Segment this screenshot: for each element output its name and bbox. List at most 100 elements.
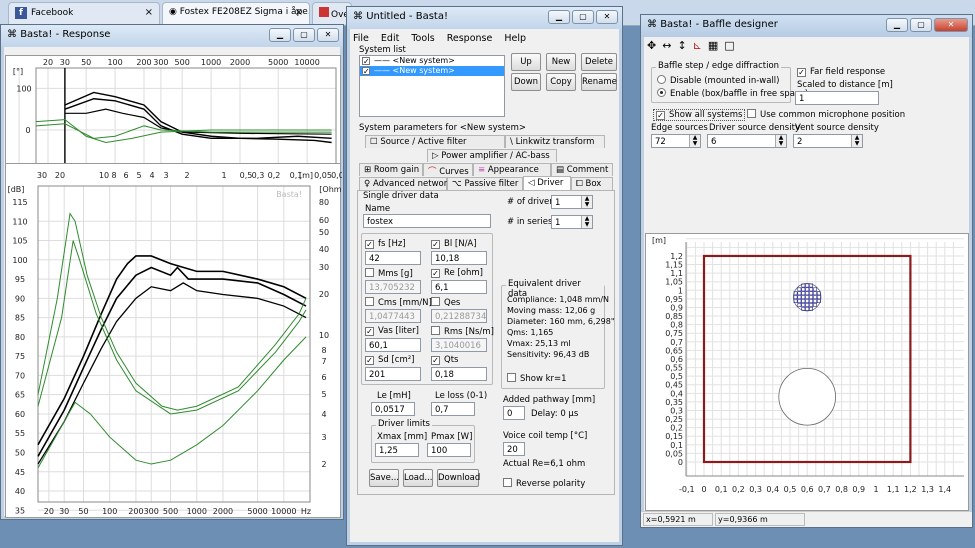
driver-param-input[interactable]: 201 bbox=[365, 367, 421, 381]
minimize-button[interactable]: ▁ bbox=[548, 10, 570, 24]
move-icon[interactable]: ✥ bbox=[647, 39, 656, 52]
driver-param-input[interactable]: 3,1040016 bbox=[431, 338, 487, 352]
close-icon[interactable]: × bbox=[145, 7, 153, 18]
save-button[interactable]: Save... bbox=[369, 469, 399, 487]
edge-tool-icon[interactable]: ⊾ bbox=[693, 39, 702, 52]
xmax-input[interactable]: 1,25 bbox=[375, 443, 419, 457]
up-button[interactable]: Up bbox=[511, 53, 541, 71]
tab-box[interactable]: ⧠ Box bbox=[571, 177, 613, 190]
tab-advanced-network[interactable]: ♀ Advanced network bbox=[359, 177, 452, 190]
maximize-button[interactable]: ▢ bbox=[572, 10, 594, 24]
pmax-input[interactable]: 100 bbox=[427, 443, 471, 457]
driver-param-checkbox[interactable]: ✓ Sd [cm²] bbox=[365, 355, 415, 365]
close-button[interactable]: ✕ bbox=[317, 28, 339, 42]
x-tick-label: 0,5 bbox=[784, 485, 797, 494]
tab-curves[interactable]: ⌒ Curves bbox=[423, 163, 473, 177]
driver-param-checkbox[interactable]: ✓ Bl [N/A] bbox=[431, 239, 477, 249]
pmax-label: Pmax [W] bbox=[431, 432, 473, 442]
x-tick-label: 200 bbox=[128, 507, 143, 516]
list-item[interactable]: ✓ —— <New system> bbox=[360, 66, 504, 76]
download-button[interactable]: Download bbox=[437, 469, 480, 487]
list-item[interactable]: ✓ —— <New system> bbox=[360, 56, 504, 66]
system-list[interactable]: ✓ —— <New system> ✓ —— <New system> bbox=[359, 55, 505, 117]
resize-vertical-icon[interactable]: ↕ bbox=[677, 39, 686, 52]
show-kr-checkbox[interactable]: Show kr=1 bbox=[507, 373, 567, 384]
driver-param-checkbox[interactable]: Rms [Ns/m] bbox=[431, 326, 494, 337]
tab-driver[interactable]: ◁ Driver bbox=[523, 176, 571, 190]
load-button[interactable]: Load... bbox=[403, 469, 433, 487]
spin-arrows-icon[interactable]: ▲ ▼ bbox=[581, 216, 592, 228]
driver-param-checkbox[interactable]: Mms [g] bbox=[365, 268, 413, 279]
driver-param-input[interactable]: 6,1 bbox=[431, 280, 487, 294]
resize-horizontal-icon[interactable]: ↔ bbox=[662, 39, 671, 52]
driver-density-spinner[interactable]: 6 ▲ ▼ bbox=[707, 134, 787, 148]
maximize-button[interactable]: ▢ bbox=[293, 28, 315, 42]
edge-sources-spinner[interactable]: 72 ▲ ▼ bbox=[651, 134, 701, 148]
menu-tools[interactable]: Tools bbox=[411, 33, 434, 44]
tab-source-active-filter[interactable]: ☐ Source / Active filter bbox=[365, 135, 505, 148]
square-icon[interactable]: □ bbox=[724, 39, 734, 52]
radio-enable[interactable]: Enable (box/baffle in free space) bbox=[657, 88, 808, 99]
vent-density-spinner[interactable]: 2 ▲ ▼ bbox=[793, 134, 863, 148]
menu-edit[interactable]: Edit bbox=[381, 33, 399, 44]
minimize-button[interactable]: ▁ bbox=[269, 28, 291, 42]
maximize-button[interactable]: ▢ bbox=[910, 18, 932, 32]
driver-param-checkbox[interactable]: ✓ Qts bbox=[431, 355, 458, 365]
far-field-checkbox[interactable]: ✓ Far field response bbox=[797, 67, 885, 77]
copy-button[interactable]: Copy bbox=[546, 73, 576, 91]
menu-help[interactable]: Help bbox=[504, 33, 526, 44]
spin-arrows-icon[interactable]: ▲ ▼ bbox=[851, 135, 862, 147]
driver-param-input[interactable]: 13,705232 bbox=[365, 280, 421, 294]
rename-button[interactable]: Rename bbox=[581, 73, 617, 91]
actual-re-label: Actual Re=6,1 ohm bbox=[503, 459, 586, 469]
driver-param-input[interactable]: 0,18 bbox=[431, 367, 487, 381]
driver-param-input[interactable]: 0,21288734 bbox=[431, 309, 487, 323]
driver-param-input[interactable]: 42 bbox=[365, 251, 421, 265]
menu-file[interactable]: File bbox=[353, 33, 369, 44]
voice-coil-input[interactable]: 20 bbox=[503, 442, 525, 456]
driver-param-input[interactable]: 1,0477443 bbox=[365, 309, 421, 323]
le-loss-input[interactable]: 0,7 bbox=[431, 402, 475, 416]
driver-param-input[interactable]: 10,18 bbox=[431, 251, 487, 265]
le-input[interactable]: 0,0517 bbox=[371, 402, 415, 416]
delete-button[interactable]: Delete bbox=[581, 53, 617, 71]
tab-power-amplifier[interactable]: ▷ Power amplifier / AC-bass bbox=[427, 149, 557, 162]
scaled-distance-input[interactable]: 1 bbox=[795, 91, 879, 105]
close-button[interactable]: ✕ bbox=[934, 18, 968, 32]
baffle-canvas[interactable]: [m] 1,2 1,15 1,1 1,05 1 0,95 0,9 0,85 0,8 0,75 0,7 0… bbox=[645, 229, 969, 511]
driver-param-checkbox[interactable]: Qes bbox=[431, 297, 460, 308]
browser-tab-facebook[interactable]: f Facebook × bbox=[8, 2, 160, 24]
driver-param-checkbox[interactable]: ✓ fs [Hz] bbox=[365, 239, 406, 249]
scaled-distance-label: Scaled to distance [m] bbox=[797, 80, 893, 90]
tab-linkwitz[interactable]: \ Linkwitz transform bbox=[505, 135, 605, 148]
spin-arrows-icon[interactable]: ▲ ▼ bbox=[775, 135, 786, 147]
menu-response[interactable]: Response bbox=[447, 33, 493, 44]
tab-appearance[interactable]: ≡ Appearance bbox=[473, 163, 551, 176]
browser-tab-fostex[interactable]: ◉ Fostex FE208EZ Sigma i åpe... × bbox=[162, 2, 310, 24]
down-button[interactable]: Down bbox=[511, 73, 541, 91]
minimize-button[interactable]: ▁ bbox=[886, 18, 908, 32]
num-drivers-spinner[interactable]: 1 ▲ ▼ bbox=[551, 195, 593, 209]
x-tick-label: 5000 bbox=[268, 58, 288, 67]
close-button[interactable]: ✕ bbox=[596, 10, 618, 24]
show-all-systems-checkbox[interactable]: ✓ Show all systems bbox=[653, 109, 746, 121]
driver-name-input[interactable]: fostex bbox=[363, 214, 491, 228]
new-button[interactable]: New bbox=[546, 53, 576, 71]
tab-comment[interactable]: ▤ Comment bbox=[551, 163, 613, 176]
spl-curve bbox=[37, 240, 307, 415]
spin-arrows-icon[interactable]: ▲ ▼ bbox=[581, 196, 592, 208]
grid-icon[interactable]: ▦ bbox=[708, 39, 718, 52]
driver-param-input[interactable]: 60,1 bbox=[365, 338, 421, 352]
tab-room-gain[interactable]: ⊞ Room gain bbox=[359, 163, 423, 176]
common-mic-checkbox[interactable]: Use common microphone position bbox=[747, 109, 905, 120]
added-pathway-input[interactable]: 0 bbox=[503, 406, 525, 420]
in-series-spinner[interactable]: 1 ▲ ▼ bbox=[551, 215, 593, 229]
tab-passive-filter[interactable]: ⌥ Passive filter bbox=[447, 177, 523, 190]
driver-param-checkbox[interactable]: ✓ Vas [liter] bbox=[365, 326, 419, 336]
driver-param-checkbox[interactable]: ✓ Re [ohm] bbox=[431, 268, 483, 278]
driver-param-checkbox[interactable]: Cms [mm/N] bbox=[365, 297, 432, 308]
spin-arrows-icon[interactable]: ▲ ▼ bbox=[689, 135, 700, 147]
radio-disable[interactable]: Disable (mounted in-wall) bbox=[657, 75, 779, 86]
close-icon[interactable]: × bbox=[295, 7, 303, 18]
reverse-polarity-checkbox[interactable]: Reverse polarity bbox=[503, 478, 585, 489]
